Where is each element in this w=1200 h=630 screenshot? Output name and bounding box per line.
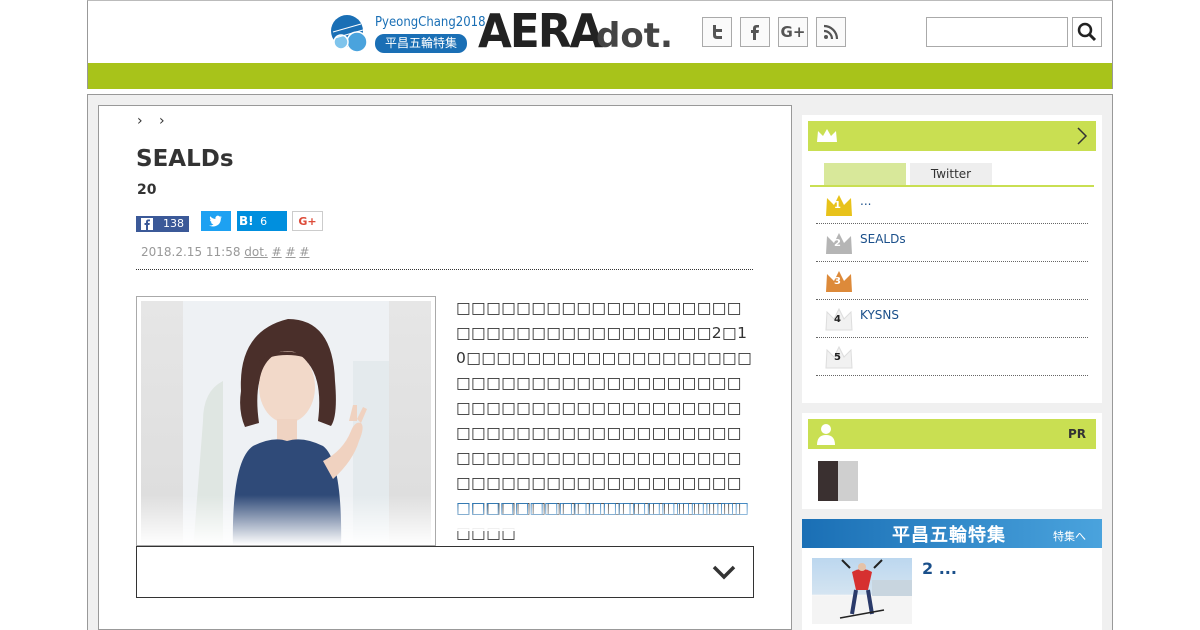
hatena-icon: B! [239,214,254,228]
chevron-right-icon [1077,127,1088,145]
facebook-icon [751,25,759,40]
pr-label: PR [1067,427,1086,441]
olympic-logo-title: PyeongChang2018 [375,15,486,30]
article-panel: › › SEALDs 20 138 B! 6 G+ 2018.2.15 11:5… [98,105,792,630]
pyeongchang-logo[interactable]: PyeongChang2018 平昌五輪特集 [329,12,486,54]
article-date: 2018.2.15 11:58 [141,245,241,259]
ranking-panel: Twitter 1 ... 2 SEALDs 3 4 KYSNS 5 [802,115,1102,403]
global-nav-bar [87,63,1113,89]
pr-panel: PR [802,413,1102,509]
ranking-number: 2 [834,238,841,249]
ranking-item[interactable]: 3 [816,262,1088,300]
ranking-item[interactable]: 4 KYSNS [816,300,1088,338]
ranking-title: SEALDs [860,232,906,246]
ranking-title: ... [860,194,872,208]
article-tag-link[interactable]: # [272,245,282,259]
hatena-bookmark-button[interactable]: B! 6 [237,211,287,231]
olympic-circles-icon [331,15,368,53]
olympic-banner[interactable]: 平昌五輪特集 特集へ [802,519,1102,548]
article-subtitle: 20 [137,182,157,198]
google-plus-icon: G+ [298,215,317,228]
rss-button[interactable] [816,17,846,47]
ranking-item[interactable]: 5 [816,338,1088,376]
search-button[interactable] [1072,17,1102,47]
brand-logo-dot[interactable]: dot. [596,14,673,58]
brand-logo-dot-text: dot. [596,16,673,56]
body-fade [439,501,769,531]
ranking-title: KYSNS [860,308,899,322]
ranking-number: 1 [834,200,841,211]
article-title: SEALDs [136,146,234,172]
article-tag-link[interactable]: # [299,245,309,259]
pr-header: PR [808,419,1096,449]
facebook-icon [141,218,153,230]
crown-icon [817,129,837,142]
ranking-number: 3 [834,276,841,287]
skier-figure [812,559,912,624]
rss-icon [823,24,839,40]
olympic-article-image[interactable] [812,558,912,624]
olympic-banner-title: 平昌五輪特集 [892,525,1006,546]
search-icon [1077,22,1097,42]
ranking-number: 4 [834,314,841,325]
twitter-button[interactable] [702,17,732,47]
google-plus-icon: G+ [780,23,806,41]
meta-divider [136,269,753,270]
search-input[interactable] [926,17,1068,47]
read-more-button[interactable] [136,546,754,598]
twitter-share-button[interactable] [201,211,231,231]
ranking-number: 5 [834,352,841,363]
ranking-tabs: Twitter [824,163,994,185]
olympic-more-link[interactable]: 特集へ [1053,528,1086,544]
article-source-link[interactable]: dot. [244,245,267,259]
pr-thumbnail[interactable] [818,461,858,501]
olympic-feature-panel: 平昌五輪特集 特集へ 2 ... [802,519,1102,630]
brand-logo-aera[interactable]: AERA [478,5,603,57]
facebook-share-count: 138 [163,217,184,230]
person-icon [817,424,835,445]
twitter-bird-icon [209,215,222,227]
ranking-item[interactable]: 2 SEALDs [816,224,1088,262]
article-photo[interactable] [136,296,436,546]
facebook-button[interactable] [740,17,770,47]
photo-fade [137,495,435,545]
twitter-icon [713,25,722,39]
olympic-logo-badge: 平昌五輪特集 [375,34,467,53]
ranking-item[interactable]: 1 ... [816,186,1088,224]
google-plus-button[interactable]: G+ [778,17,808,47]
olympic-article-headline[interactable]: 2 ... [922,559,957,578]
chevron-down-icon [712,565,736,580]
hatena-count: 6 [260,215,268,228]
tab-ranking-access[interactable] [824,163,906,185]
facebook-share-button[interactable]: 138 [136,216,189,232]
article-tag-link[interactable]: # [286,245,296,259]
breadcrumb[interactable]: › › [137,113,171,129]
article-meta: 2018.2.15 11:58 dot. # # # [141,245,309,259]
ranking-header[interactable] [808,121,1096,151]
tab-ranking-twitter[interactable]: Twitter [910,163,992,185]
google-plus-share-button[interactable]: G+ [292,211,323,231]
